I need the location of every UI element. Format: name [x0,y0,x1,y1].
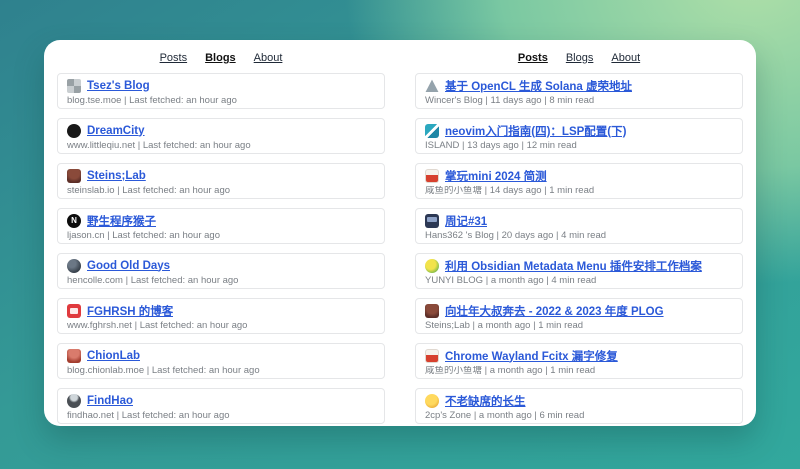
item-title-link[interactable]: 向壮年大叔奔去 - 2022 & 2023 年度 PLOG [445,303,664,319]
posts-nav: Posts Blogs About [415,44,743,73]
item-title-link[interactable]: Good Old Days [87,260,170,272]
item-title-row: Tsez's Blog [67,78,375,93]
main-panel: Posts Blogs About Tsez's Blog blog.tse.m… [44,40,756,426]
item-meta: blog.tse.moe | Last fetched: an hour ago [67,96,375,106]
item-title-row: 利用 Obsidian Metadata Menu 插件安排工作档案 [425,258,733,273]
list-item: Good Old Days hencolle.com | Last fetche… [57,253,385,289]
item-title-row: FindHao [67,393,375,408]
item-title-row: 野生程序猴子 [67,213,375,228]
list-item: ChionLab blog.chionlab.moe | Last fetche… [57,343,385,379]
blogs-nav: Posts Blogs About [57,44,385,73]
item-title-link[interactable]: 周记#31 [445,213,487,229]
item-meta: Wincer's Blog | 11 days ago | 8 min read [425,96,733,106]
list-item: 向壮年大叔奔去 - 2022 & 2023 年度 PLOG Steins;Lab… [415,298,743,334]
item-meta: YUNYI BLOG | a month ago | 4 min read [425,276,733,286]
item-title-link[interactable]: FGHRSH 的博客 [87,303,173,319]
anime-avatar-favicon-icon [67,349,81,363]
item-meta: Hans362 's Blog | 20 days ago | 4 min re… [425,231,733,241]
item-title-link[interactable]: 利用 Obsidian Metadata Menu 插件安排工作档案 [445,258,702,274]
item-meta: blog.chionlab.moe | Last fetched: an hou… [67,366,375,376]
blogs-nav-link-about[interactable]: About [254,52,283,65]
red-square-favicon-icon [67,304,81,318]
item-meta: www.fghrsh.net | Last fetched: an hour a… [67,321,375,331]
item-title-row: 向壮年大叔奔去 - 2022 & 2023 年度 PLOG [425,303,733,318]
item-title-link[interactable]: Steins;Lab [87,170,146,182]
list-item: FGHRSH 的博客 www.fghrsh.net | Last fetched… [57,298,385,334]
posts-column: Posts Blogs About 基于 OpenCL 生成 Solana 虚荣… [415,44,743,416]
item-title-row: Good Old Days [67,258,375,273]
item-title-row: ChionLab [67,348,375,363]
list-item: 利用 Obsidian Metadata Menu 插件安排工作档案 YUNYI… [415,253,743,289]
item-title-link[interactable]: 基于 OpenCL 生成 Solana 虚荣地址 [445,78,632,94]
item-title-link[interactable]: 野生程序猴子 [87,213,156,229]
list-item: 不老缺席的长生 2cp's Zone | a month ago | 6 min… [415,388,743,424]
posts-list: 基于 OpenCL 生成 Solana 虚荣地址 Wincer's Blog |… [415,73,743,433]
item-title-link[interactable]: 不老缺席的长生 [445,393,526,409]
list-item: neovim入门指南(四)：LSP配置(下) ISLAND | 13 days … [415,118,743,154]
item-meta: hencolle.com | Last fetched: an hour ago [67,276,375,286]
item-title-link[interactable]: Tsez's Blog [87,80,150,92]
item-title-link[interactable]: 掌玩mini 2024 简测 [445,168,547,184]
list-item: Chrome Wayland Fcitx 漏字修复 咸鱼的小鱼塘 | a mon… [415,343,743,379]
item-meta: Steins;Lab | a month ago | 1 min read [425,321,733,331]
dark-avatar-favicon-icon [67,394,81,408]
list-item: 掌玩mini 2024 简测 咸鱼的小鱼塘 | 14 days ago | 1 … [415,163,743,199]
yellow-moon-favicon-icon [425,394,439,408]
item-title-row: DreamCity [67,123,375,138]
list-item: 野生程序猴子 ljason.cn | Last fetched: an hour… [57,208,385,244]
item-meta: www.littleqiu.net | Last fetched: an hou… [67,141,375,151]
posts-nav-link-about[interactable]: About [611,52,640,65]
item-title-link[interactable]: FindHao [87,395,133,407]
avatar-favicon-icon [425,304,439,318]
item-title-link[interactable]: ChionLab [87,350,140,362]
globe-favicon-icon [67,259,81,273]
laptop-favicon-icon [425,214,439,228]
item-meta: 咸鱼的小鱼塘 | 14 days ago | 1 min read [425,186,733,196]
black-dot-favicon-icon [67,124,81,138]
red-white-fish-favicon-icon [425,349,439,363]
posts-nav-link-blogs[interactable]: Blogs [566,52,594,65]
red-white-fish-favicon-icon [425,169,439,183]
letter-n-circle-favicon-icon [67,214,81,228]
item-title-link[interactable]: DreamCity [87,125,145,137]
list-item: FindHao findhao.net | Last fetched: an h… [57,388,385,424]
avatar-favicon-icon [67,169,81,183]
item-title-row: neovim入门指南(四)：LSP配置(下) [425,123,733,138]
blogs-nav-link-blogs[interactable]: Blogs [205,52,236,65]
list-item: DreamCity www.littleqiu.net | Last fetch… [57,118,385,154]
teal-plane-favicon-icon [425,124,439,138]
item-title-row: 基于 OpenCL 生成 Solana 虚荣地址 [425,78,733,93]
blogs-column: Posts Blogs About Tsez's Blog blog.tse.m… [57,44,385,416]
list-item: Steins;Lab steinslab.io | Last fetched: … [57,163,385,199]
gray-pixel-favicon-icon [67,79,81,93]
item-title-row: 周记#31 [425,213,733,228]
item-title-row: 不老缺席的长生 [425,393,733,408]
list-item: 周记#31 Hans362 's Blog | 20 days ago | 4 … [415,208,743,244]
gray-mountain-favicon-icon [425,79,439,93]
item-title-row: FGHRSH 的博客 [67,303,375,318]
blogs-list: Tsez's Blog blog.tse.moe | Last fetched:… [57,73,385,433]
item-meta: steinslab.io | Last fetched: an hour ago [67,186,375,196]
item-meta: findhao.net | Last fetched: an hour ago [67,411,375,421]
list-item: 基于 OpenCL 生成 Solana 虚荣地址 Wincer's Blog |… [415,73,743,109]
item-meta: 2cp's Zone | a month ago | 6 min read [425,411,733,421]
item-title-row: 掌玩mini 2024 简测 [425,168,733,183]
list-item: Tsez's Blog blog.tse.moe | Last fetched:… [57,73,385,109]
item-meta: ljason.cn | Last fetched: an hour ago [67,231,375,241]
item-meta: 咸鱼的小鱼塘 | a month ago | 1 min read [425,366,733,376]
page-background: Posts Blogs About Tsez's Blog blog.tse.m… [0,0,800,469]
yellow-green-circle-favicon-icon [425,259,439,273]
item-meta: ISLAND | 13 days ago | 12 min read [425,141,733,151]
item-title-link[interactable]: neovim入门指南(四)：LSP配置(下) [445,123,626,139]
item-title-link[interactable]: Chrome Wayland Fcitx 漏字修复 [445,348,618,364]
blogs-nav-link-posts[interactable]: Posts [160,52,188,65]
posts-nav-link-posts[interactable]: Posts [518,52,548,65]
item-title-row: Steins;Lab [67,168,375,183]
item-title-row: Chrome Wayland Fcitx 漏字修复 [425,348,733,363]
